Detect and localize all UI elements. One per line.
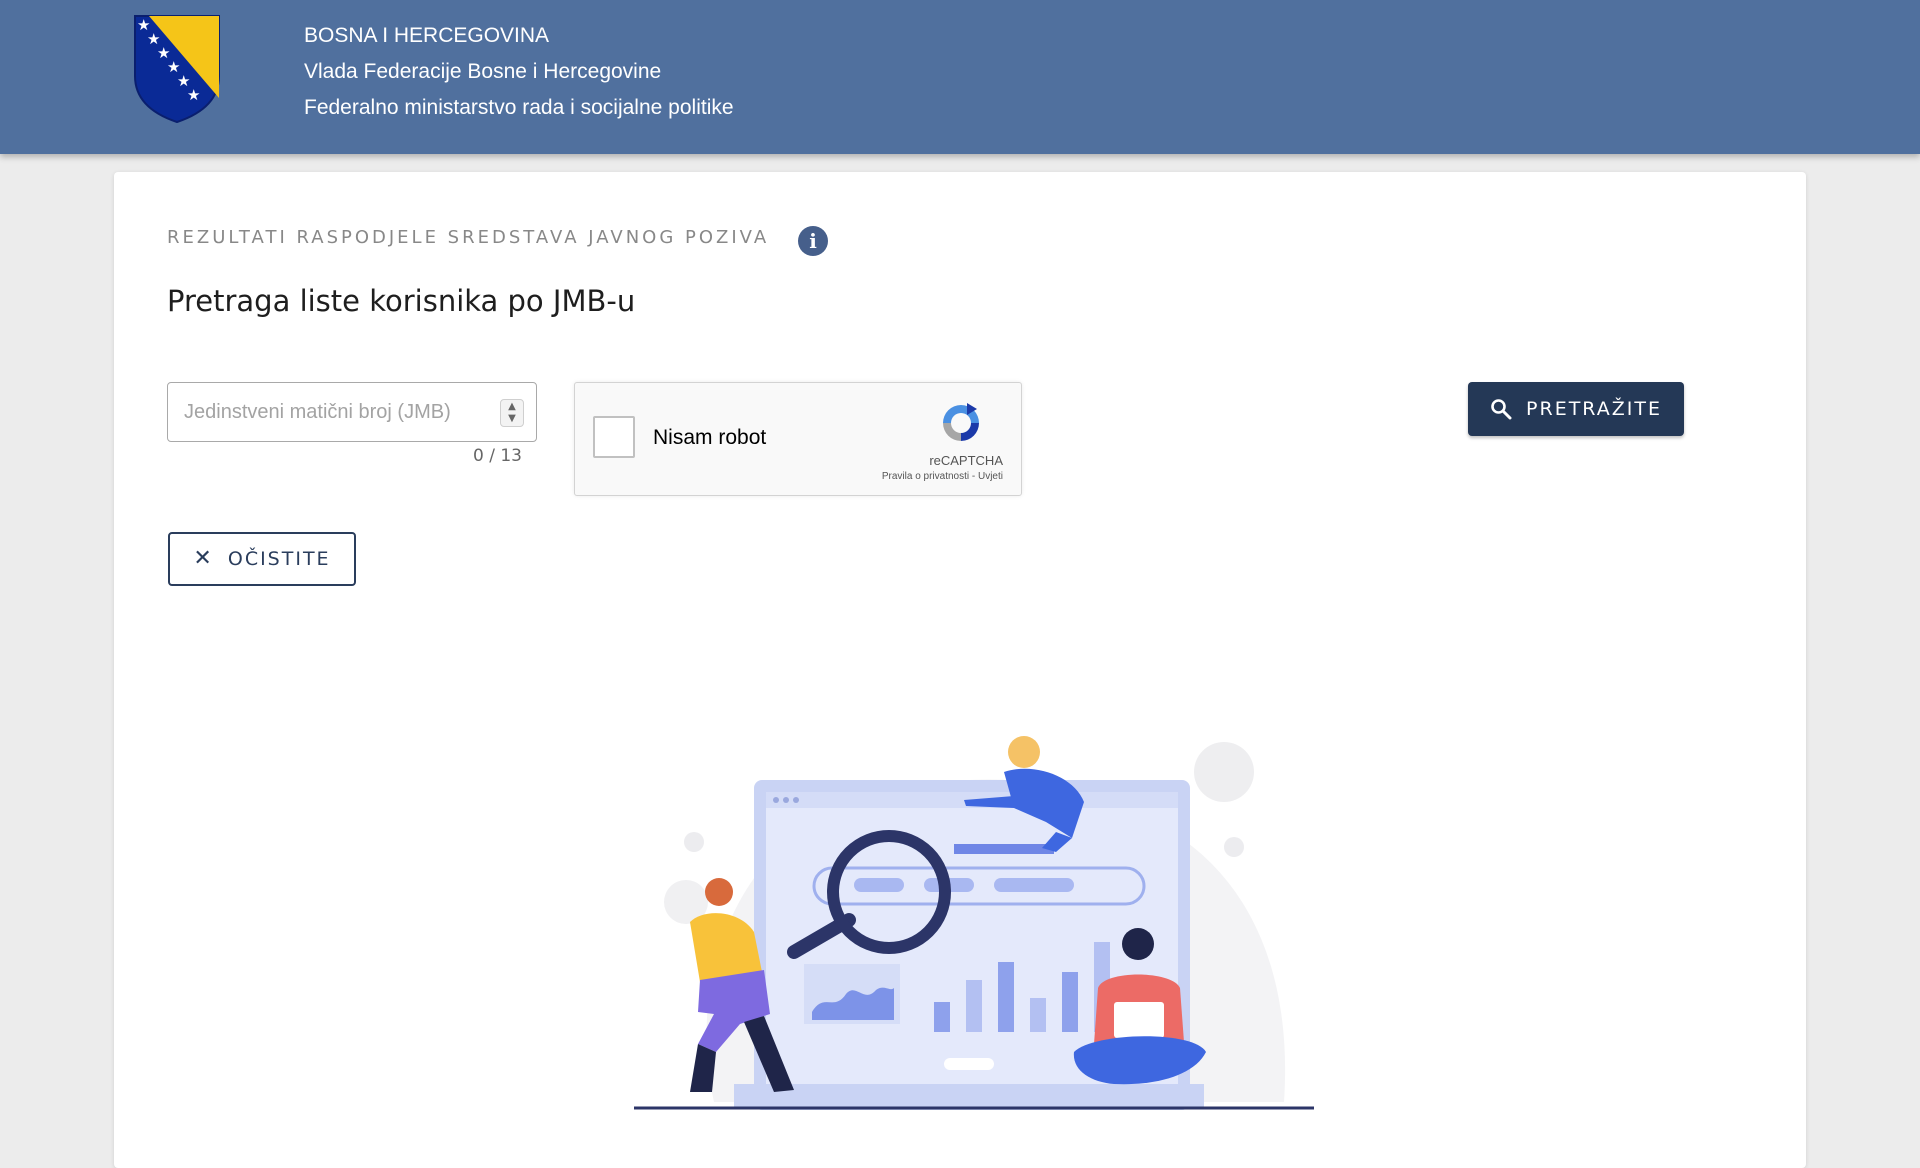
main-card: REZULTATI RASPODJELE SREDSTAVA JAVNOG PO… [114, 172, 1806, 1168]
site-header: ★ ★ ★ ★ ★ ★ BOSNA I HERCEGOVINA Vlada Fe… [0, 0, 1920, 154]
search-illustration [634, 736, 1314, 1110]
header-titles: BOSNA I HERCEGOVINA Vlada Federacije Bos… [304, 18, 734, 126]
info-icon[interactable]: i [798, 226, 828, 256]
header-ministry: Federalno ministarstvo rada i socijalne … [304, 96, 734, 119]
recaptcha-logo-icon [943, 403, 979, 441]
coat-of-arms-icon: ★ ★ ★ ★ ★ ★ [134, 15, 220, 124]
clear-button[interactable]: ✕ OČISTITE [168, 532, 356, 586]
page-title: Pretraga liste korisnika po JMB-u [167, 284, 636, 318]
svg-text:★: ★ [187, 86, 200, 104]
clear-button-label: OČISTITE [227, 548, 331, 570]
recaptcha-brand: reCAPTCHA [929, 453, 1003, 468]
search-button-label: PRETRAŽITE [1526, 398, 1662, 420]
recaptcha-checkbox[interactable] [593, 416, 635, 458]
close-icon: ✕ [193, 546, 214, 571]
recaptcha-privacy-terms-links[interactable]: Pravila o privatnosti - Uvjeti [882, 471, 1003, 482]
header-government: Vlada Federacije Bosne i Hercegovine [304, 60, 662, 83]
jmb-input[interactable] [168, 383, 488, 441]
character-counter: 0 / 13 [473, 446, 522, 466]
recaptcha-widget: Nisam robot reCAPTCHA Pravila o privatno… [574, 382, 1022, 496]
recaptcha-label: Nisam robot [653, 426, 767, 449]
jmb-field: ▲▼ [167, 382, 537, 442]
header-country: BOSNA I HERCEGOVINA [304, 24, 550, 47]
section-label: REZULTATI RASPODJELE SREDSTAVA JAVNOG PO… [167, 227, 770, 248]
search-button[interactable]: PRETRAŽITE [1468, 382, 1684, 436]
search-icon [1491, 399, 1512, 420]
number-stepper-icon[interactable]: ▲ ▼ [500, 399, 524, 427]
